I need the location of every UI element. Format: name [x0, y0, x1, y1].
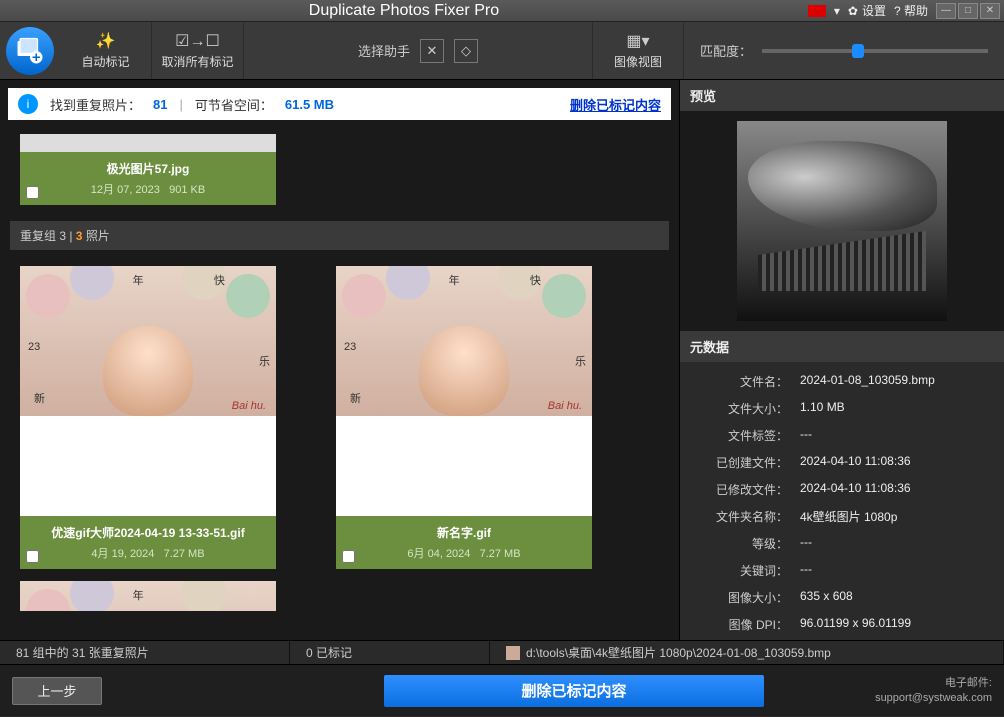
- meta-value: 4k壁纸图片 1080p: [788, 508, 992, 525]
- unmark-icon: ☑→☐: [175, 31, 220, 51]
- auto-mark-label: 自动标记: [81, 53, 129, 70]
- dropdown-icon[interactable]: ▾: [834, 4, 840, 18]
- photo-meta: 6月 04, 2024 7.27 MB: [340, 545, 588, 561]
- preview-image: [737, 121, 947, 321]
- wand-icon: ✨: [96, 31, 116, 51]
- gear-icon[interactable]: ✿: [848, 4, 858, 18]
- meta-value: ---: [788, 562, 992, 579]
- close-button[interactable]: ✕: [980, 3, 1000, 19]
- delete-marked-link[interactable]: 删除已标记内容: [570, 95, 661, 114]
- match-slider-section: 匹配度：: [684, 22, 1004, 79]
- meta-key: 图像 DPI：: [692, 616, 788, 633]
- match-slider[interactable]: [762, 49, 988, 53]
- status-marked: 0 已标记: [290, 641, 490, 664]
- mark-checkbox[interactable]: [26, 550, 39, 563]
- metadata-title: 元数据: [680, 331, 1004, 362]
- photo-card[interactable]: 年: [20, 581, 276, 611]
- photo-card[interactable]: 极光图片57.jpg 12月 07, 2023 901 KB: [20, 134, 276, 205]
- group-header: 重复组 3 | 3 照片: [10, 221, 669, 250]
- match-label: 匹配度：: [700, 41, 752, 60]
- support-email: 电子邮件: support@systweak.com: [875, 676, 992, 705]
- image-view-label: 图像视图: [614, 53, 662, 70]
- photo-thumbnail: 年: [20, 581, 276, 611]
- back-button[interactable]: 上一步: [12, 677, 102, 705]
- helper-tool-2[interactable]: ◇: [454, 39, 478, 63]
- maximize-button[interactable]: □: [958, 3, 978, 19]
- select-helper-label: 选择助手: [358, 41, 410, 60]
- found-value: 81: [153, 97, 167, 112]
- app-title: Duplicate Photos Fixer Pro: [0, 2, 808, 20]
- photo-thumbnail: 23年快乐新Bai hu.: [20, 266, 276, 416]
- photo-thumbnail: 23年快乐新Bai hu.: [336, 266, 592, 416]
- metadata-table: 文件名：2024-01-08_103059.bmp 文件大小：1.10 MB 文…: [680, 362, 1004, 640]
- photo-card[interactable]: 23年快乐新Bai hu. 新名字.gif 6月 04, 2024 7.27 M…: [336, 266, 592, 569]
- meta-key: 文件标签：: [692, 427, 788, 444]
- minimize-button[interactable]: —: [936, 3, 956, 19]
- mark-checkbox[interactable]: [342, 550, 355, 563]
- unmark-all-button[interactable]: ☑→☐ 取消所有标记: [152, 22, 244, 79]
- grid-icon: ▦▾: [626, 31, 649, 51]
- photo-card[interactable]: 23年快乐新Bai hu. 优速gif大师2024-04-19 13-33-51…: [20, 266, 276, 569]
- meta-key: 文件名：: [692, 373, 788, 390]
- unmark-all-label: 取消所有标记: [161, 53, 233, 70]
- meta-key: 文件大小：: [692, 400, 788, 417]
- folder-icon: [506, 646, 520, 660]
- photo-filename: 极光图片57.jpg: [24, 160, 272, 177]
- preview-panel: 预览 元数据 文件名：2024-01-08_103059.bmp 文件大小：1.…: [680, 80, 1004, 640]
- toolbar: ✨ 自动标记 ☑→☐ 取消所有标记 选择助手 ✕ ◇ ▦▾ 图像视图 匹配度：: [0, 22, 1004, 80]
- meta-key: 文件夹名称：: [692, 508, 788, 525]
- save-value: 61.5 MB: [285, 97, 334, 112]
- mark-checkbox[interactable]: [26, 186, 39, 199]
- app-logo: [0, 22, 60, 79]
- bottom-bar: 上一步 删除已标记内容 电子邮件: support@systweak.com: [0, 664, 1004, 716]
- status-bar: 81 组中的 31 张重复照片 0 已标记 d:\tools\桌面\4k壁纸图片…: [0, 640, 1004, 664]
- meta-value: 2024-04-10 11:08:36: [788, 481, 992, 498]
- meta-value: ---: [788, 535, 992, 552]
- meta-key: 等级：: [692, 535, 788, 552]
- summary-bar: i 找到重复照片： 81 | 可节省空间： 61.5 MB 删除已标记内容: [8, 88, 671, 120]
- photo-meta: 12月 07, 2023 901 KB: [24, 181, 272, 197]
- found-label: 找到重复照片：: [50, 95, 141, 114]
- meta-value: 2024-01-08_103059.bmp: [788, 373, 992, 390]
- save-label: 可节省空间：: [195, 95, 273, 114]
- meta-value: 1.10 MB: [788, 400, 992, 417]
- status-path: d:\tools\桌面\4k壁纸图片 1080p\2024-01-08_1030…: [490, 641, 1004, 664]
- settings-link[interactable]: 设置: [862, 2, 886, 19]
- meta-value: ---: [788, 427, 992, 444]
- meta-key: 已创建文件：: [692, 454, 788, 471]
- delete-marked-button[interactable]: 删除已标记内容: [384, 675, 764, 707]
- results-scroll[interactable]: 极光图片57.jpg 12月 07, 2023 901 KB 重复组 3 | 3…: [0, 128, 679, 640]
- meta-key: 关键词：: [692, 562, 788, 579]
- status-groups: 81 组中的 31 张重复照片: [0, 641, 290, 664]
- photo-thumbnail: [20, 134, 276, 152]
- meta-value: 96.01199 x 96.01199: [788, 616, 992, 633]
- meta-key: 已修改文件：: [692, 481, 788, 498]
- help-link[interactable]: ? 帮助: [894, 2, 928, 19]
- language-flag-icon[interactable]: [808, 5, 826, 17]
- meta-key: 图像大小：: [692, 589, 788, 606]
- helper-tool-1[interactable]: ✕: [420, 39, 444, 63]
- meta-value: 2024-04-10 11:08:36: [788, 454, 992, 471]
- info-icon: i: [18, 94, 38, 114]
- results-panel: i 找到重复照片： 81 | 可节省空间： 61.5 MB 删除已标记内容 极光…: [0, 80, 680, 640]
- titlebar: Duplicate Photos Fixer Pro ▾ ✿ 设置 ? 帮助 —…: [0, 0, 1004, 22]
- toolbar-middle: 选择助手 ✕ ◇: [244, 22, 592, 79]
- preview-title: 预览: [680, 80, 1004, 111]
- preview-area: [680, 111, 1004, 331]
- photo-filename: 新名字.gif: [340, 524, 588, 541]
- image-view-button[interactable]: ▦▾ 图像视图: [592, 22, 684, 79]
- meta-value: 635 x 608: [788, 589, 992, 606]
- photo-meta: 4月 19, 2024 7.27 MB: [24, 545, 272, 561]
- auto-mark-button[interactable]: ✨ 自动标记: [60, 22, 152, 79]
- photo-filename: 优速gif大师2024-04-19 13-33-51.gif: [24, 524, 272, 541]
